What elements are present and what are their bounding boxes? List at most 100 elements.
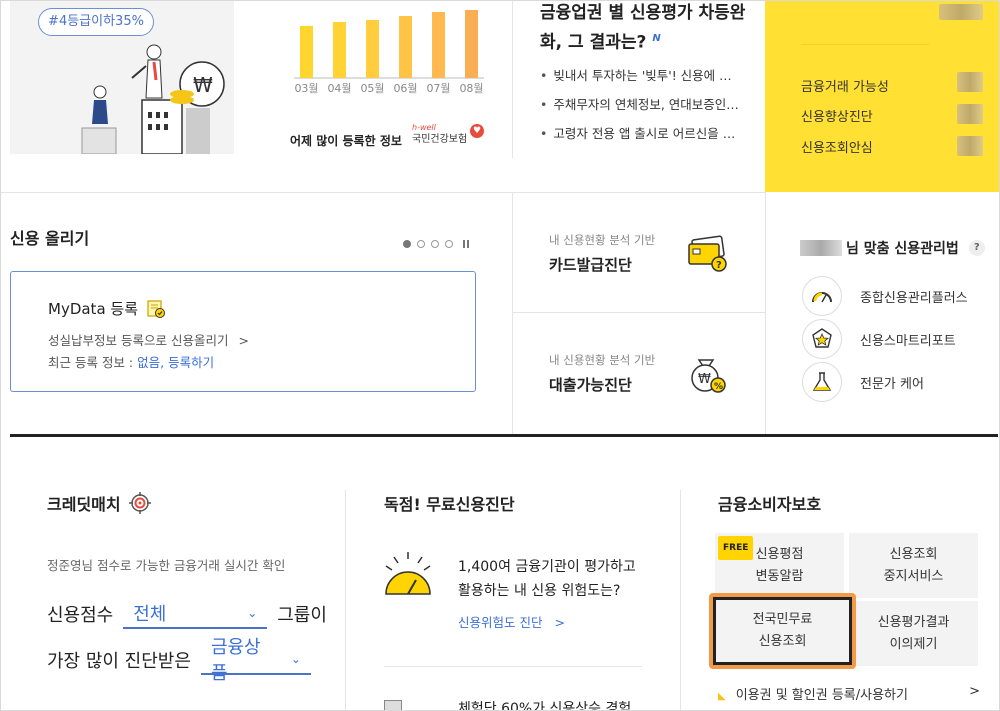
tile-line1: 전국민무료: [752, 612, 813, 627]
loan-diagnosis-title: 대출가능진단: [549, 376, 632, 394]
status-credit-improvement[interactable]: 신용향상진단: [801, 106, 873, 125]
credit-match-title: 크레딧매치: [47, 495, 121, 514]
coupon-register-link[interactable]: ◣ 이용권 및 할인권 등록/사용하기 >: [718, 684, 980, 703]
risk-question: 1,400여 금융기관이 평가하고 활용하는 내 신용 위험도는?: [458, 555, 636, 603]
target-icon: [128, 492, 151, 514]
chart-bar: [300, 26, 313, 78]
bullet-icon: ◣: [718, 691, 726, 702]
news-item[interactable]: 주채무자의 연체정보, 연대보증인…: [540, 95, 755, 124]
credit-match-row2: 가장 많이 진단받은 금융상품 ⌄: [47, 637, 321, 684]
chevron-right-icon: >: [969, 684, 980, 699]
month-tick-label: 03월: [294, 82, 318, 95]
month-tick-label: 08월: [459, 82, 483, 95]
management-title-text: 님 맞춤 신용관리법: [846, 241, 959, 257]
mgmt-item-label: 신용스마트리포트: [860, 333, 956, 349]
heart-icon: ♥: [470, 124, 484, 138]
divider: [801, 44, 929, 45]
free-diagnosis-title: 독점! 무료신용진단: [384, 495, 515, 514]
news-item[interactable]: 빚내서 투자하는 '빚투'! 신용에 …: [540, 66, 755, 95]
tile-line2: 신용조회: [758, 634, 807, 649]
card-diagnosis-tile[interactable]: 내 신용현황 분석 기반 카드발급진단 ?: [513, 192, 765, 312]
inquiry-stop-service-tile[interactable]: 신용조회중지서비스: [849, 533, 978, 598]
product-value: 금융상품: [210, 637, 261, 684]
tile-line2: 중지서비스: [883, 568, 944, 584]
chevron-down-icon: ⌄: [290, 652, 301, 666]
product-select[interactable]: 금융상품 ⌄: [200, 637, 311, 684]
grade-badge: #4등급이하35%: [38, 8, 154, 36]
mgmt-item-expert-care[interactable]: 전문가 케어: [802, 362, 924, 402]
card-diagnosis-title: 카드발급진단: [549, 256, 632, 274]
register-link[interactable]: 등록하기: [168, 355, 214, 370]
free-credit-inquiry-tile[interactable]: 전국민무료신용조회: [709, 593, 856, 669]
news-item[interactable]: 고령자 전용 앱 출시로 어르신을 …: [540, 124, 755, 153]
document-check-icon: [147, 299, 166, 318]
next-teaser[interactable]: 체험단 60%가 신용상승 경험: [458, 698, 631, 711]
risk-link-label: 신용위험도 진단: [458, 615, 543, 630]
chart-bar: [333, 22, 346, 78]
month-tick-label: 05월: [360, 82, 384, 95]
money-bag-icon: ₩ %: [691, 359, 726, 393]
credit-score-alarm-tile[interactable]: FREE 신용평점 변동알람: [715, 533, 844, 598]
chart-caption: 어제 많이 등록한 정보: [290, 134, 402, 148]
risk-question-line2: 활용하는 내 신용 위험도는?: [458, 583, 621, 599]
chevron-down-icon: ⌄: [247, 606, 258, 620]
credit-up-title: 신용 올리기: [10, 229, 90, 248]
health-insurance-logo[interactable]: h-well 국민건강보험: [412, 122, 467, 146]
new-badge: N: [652, 33, 661, 44]
mgmt-item-comprehensive-plus[interactable]: 종합신용관리플러스: [802, 276, 968, 316]
tile-line1: 신용평점: [755, 546, 804, 562]
divider: [680, 490, 681, 711]
help-icon[interactable]: ?: [968, 240, 985, 256]
consumer-protection-title: 금융소비자보호: [718, 495, 822, 514]
headline-line1: 금융업권 별 신용평가 차등완: [540, 3, 746, 23]
brand-bottom: 국민건강보험: [412, 134, 468, 145]
mydata-card[interactable]: MyData 등록 성실납부정보 등록으로 신용올리기 > 최근 등록 정보 :…: [10, 271, 476, 392]
blurred-value: [957, 136, 983, 156]
blurred-value: [957, 72, 983, 92]
mgmt-item-label: 전문가 케어: [860, 376, 924, 392]
custom-credit-management-title: 님 맞춤 신용관리법 ?: [800, 238, 985, 258]
score-group-select[interactable]: 전체 ⌄: [123, 599, 268, 629]
news-headline[interactable]: 금융업권 별 신용평가 차등완 화, 그 결과는? N: [540, 0, 755, 56]
status-credit-inquiry-safe[interactable]: 신용조회안심: [801, 137, 873, 156]
chart-bar: [465, 10, 478, 78]
chevron-right-icon: >: [238, 333, 249, 348]
carousel-dot-active[interactable]: [403, 240, 411, 248]
carousel-indicator: [403, 240, 469, 248]
star-badge-icon: [802, 319, 842, 359]
mgmt-item-smart-report[interactable]: 신용스마트리포트: [802, 319, 956, 359]
carousel-dot[interactable]: [417, 240, 425, 248]
tile-line1: 신용조회: [889, 546, 938, 562]
loan-diagnosis-tile[interactable]: 내 신용현황 분석 기반 대출가능진단 ₩ %: [513, 312, 765, 434]
carousel-dot[interactable]: [431, 240, 439, 248]
recent-label: 최근 등록 정보 :: [48, 355, 138, 370]
credit-match-row1: 신용점수 전체 ⌄ 그룹이: [47, 599, 327, 629]
blurred-username: [800, 240, 842, 256]
svg-text:₩: ₩: [193, 73, 213, 97]
score-label: 신용점수: [47, 605, 114, 626]
chevron-right-icon: >: [554, 615, 565, 630]
carousel-dot[interactable]: [445, 240, 453, 248]
registration-chart[interactable]: 03월 04월 05월 06월 07월 08월 어제 많이 등록한 정보 h-well 국…: [262, 0, 512, 158]
coupon-label: 이용권 및 할인권 등록/사용하기: [735, 688, 908, 703]
month-tick-label: 06월: [393, 82, 417, 95]
divider: [765, 192, 766, 434]
recent-none: 없음: [137, 355, 161, 370]
credit-appeal-tile[interactable]: 신용평가결과 이의제기: [849, 601, 978, 666]
group-suffix: 그룹이: [277, 605, 327, 626]
month-tick-label: 07월: [426, 82, 450, 95]
divider: [384, 666, 642, 667]
chart-bar: [432, 12, 445, 78]
chart-bar: [399, 16, 412, 78]
tile-line1: 신용평가결과: [877, 614, 950, 630]
mydata-subtitle-link[interactable]: 성실납부정보 등록으로 신용올리기 >: [48, 330, 249, 349]
section-divider: [10, 434, 998, 437]
blurred-value: [957, 104, 983, 124]
credit-status-panel: 금융거래 가능성 신용향상진단 신용조회안심: [765, 0, 1000, 192]
pause-icon[interactable]: [463, 240, 469, 248]
risk-diagnosis-link[interactable]: 신용위험도 진단 >: [458, 612, 565, 631]
credit-match-title-row: 크레딧매치: [47, 491, 151, 515]
status-financial-possibility[interactable]: 금융거래 가능성: [801, 76, 889, 95]
mgmt-item-label: 종합신용관리플러스: [860, 290, 968, 306]
divider: [345, 490, 346, 711]
